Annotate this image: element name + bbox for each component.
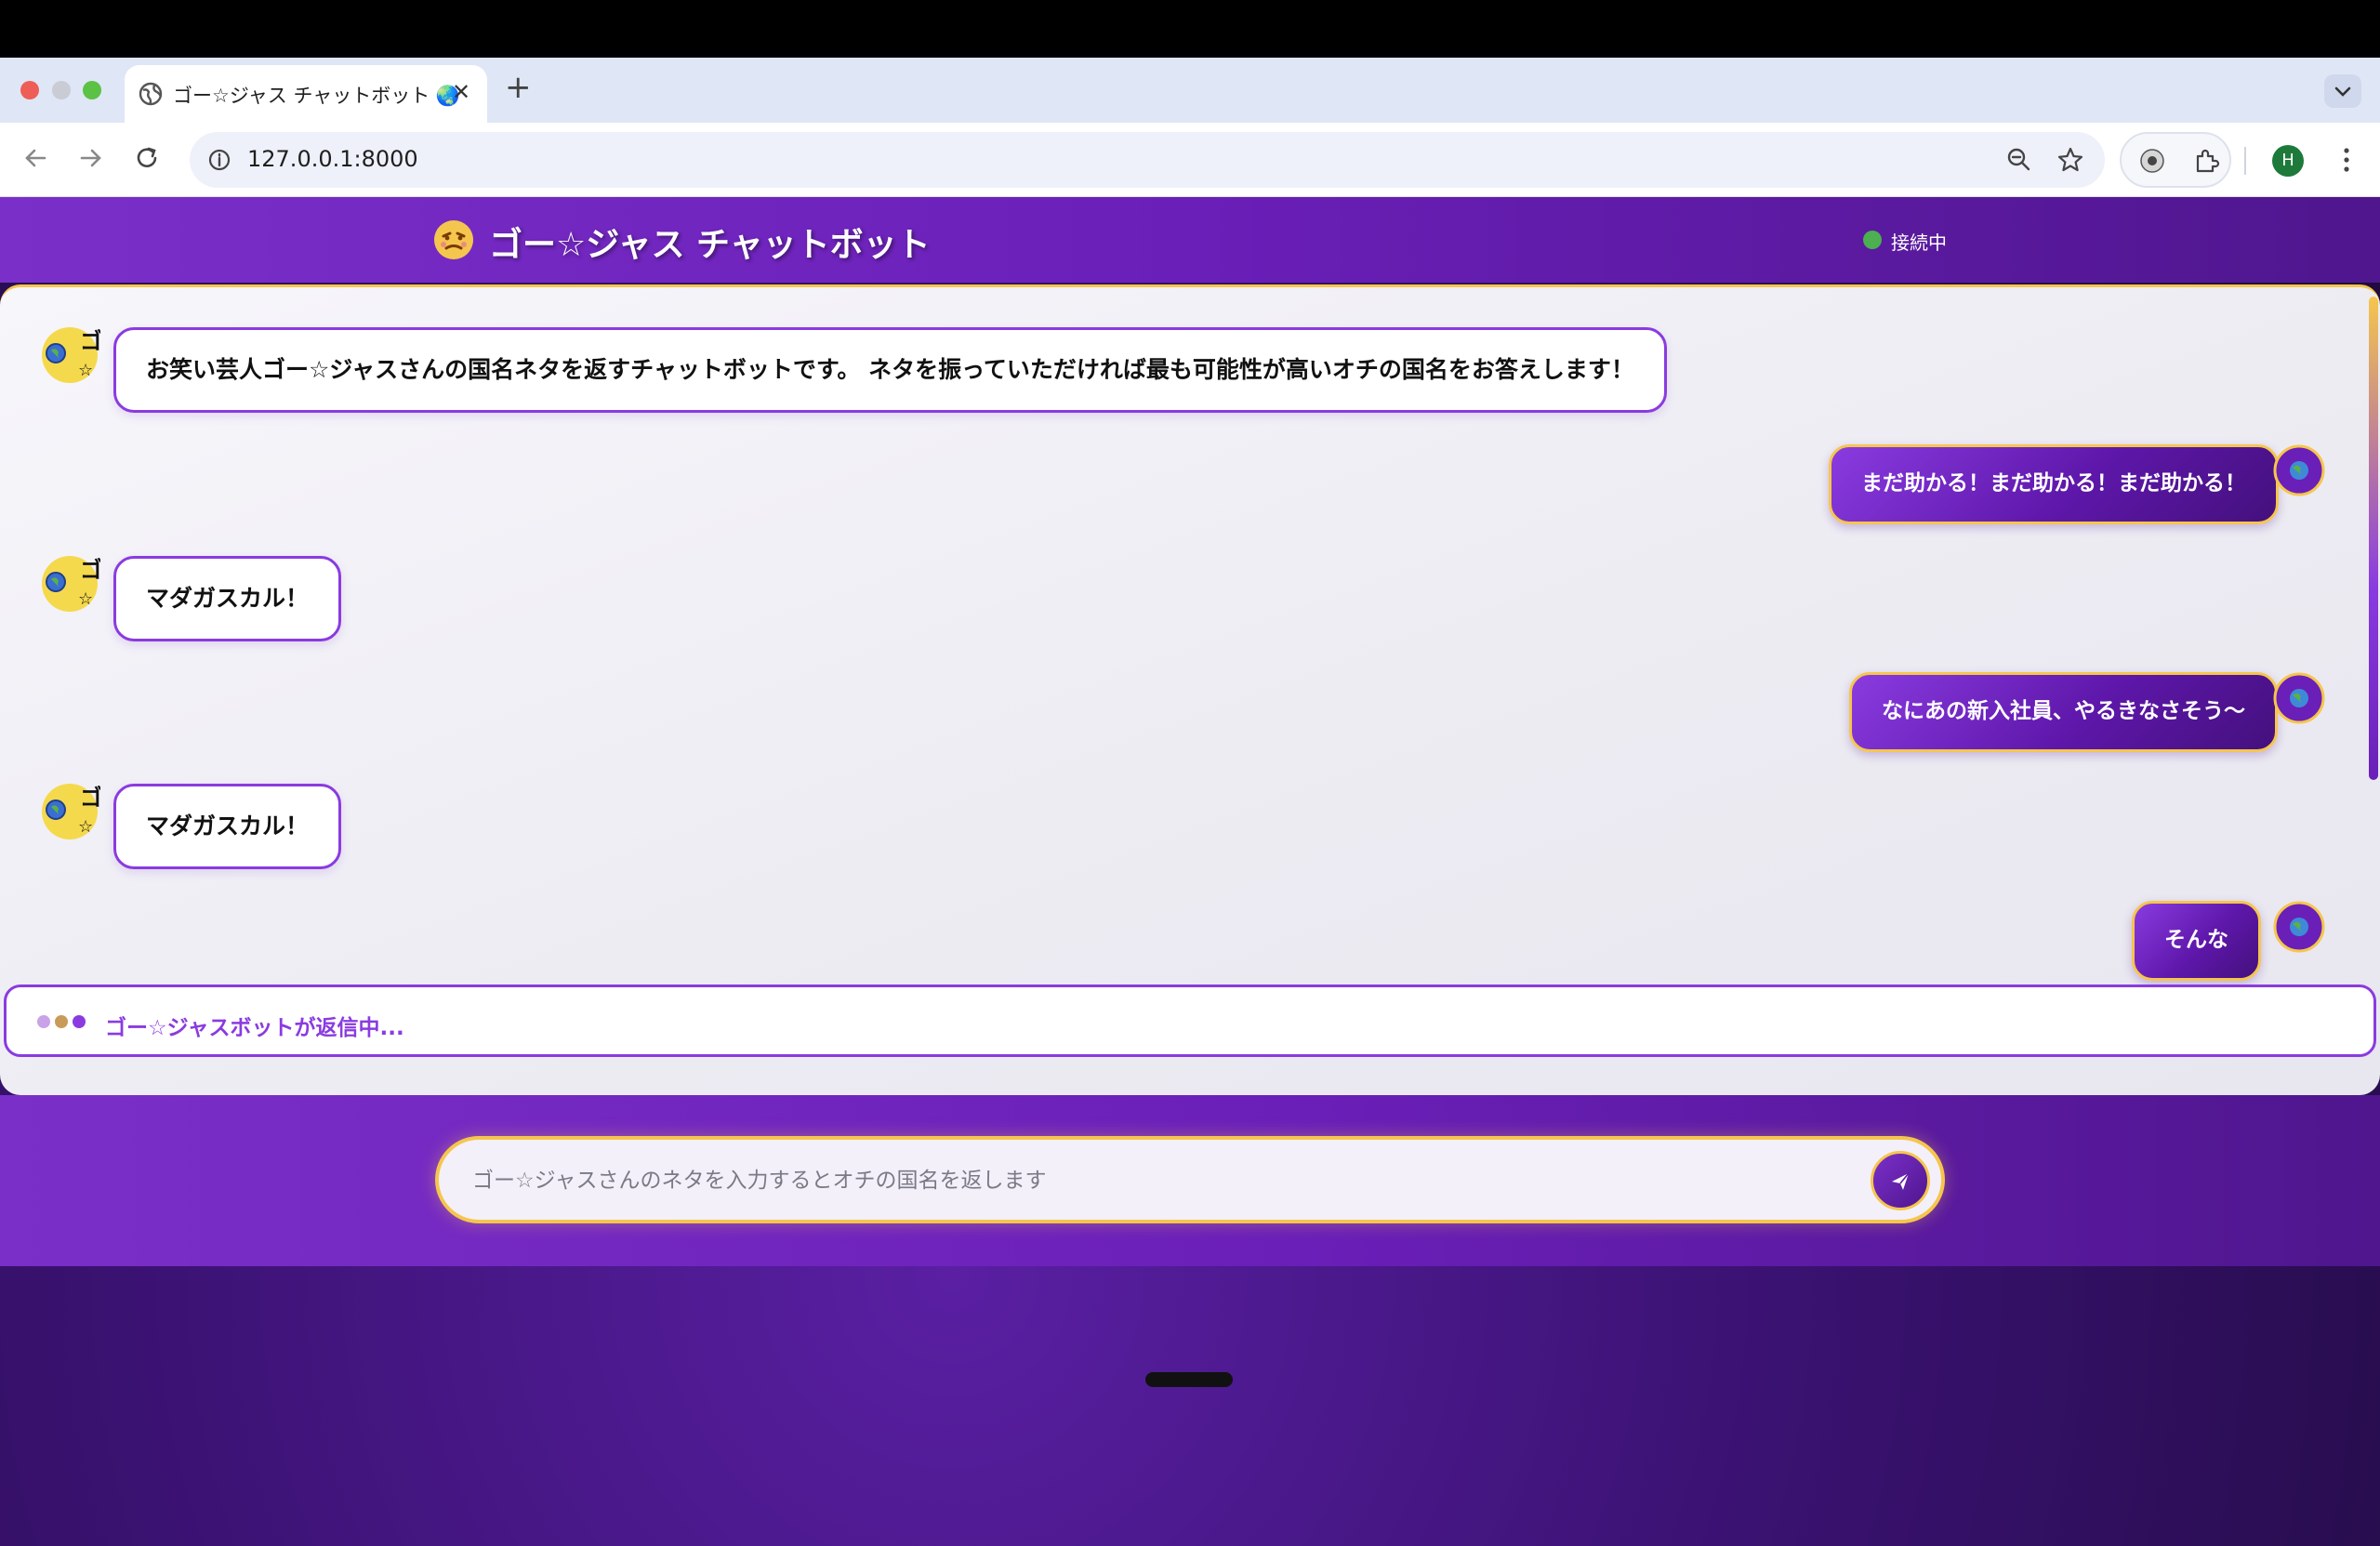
user-avatar — [2273, 672, 2325, 724]
info-icon[interactable] — [205, 145, 234, 175]
chevron-down-icon — [2334, 86, 2351, 97]
home-indicator — [1145, 1372, 1233, 1387]
extension-icon[interactable] — [2138, 147, 2166, 175]
kebab-menu-icon[interactable] — [2335, 143, 2358, 177]
typing-text: ゴー☆ジャスボットが返信中... — [105, 1016, 404, 1040]
zoom-icon[interactable] — [2003, 143, 2036, 177]
svg-text:☆: ☆ — [78, 817, 93, 837]
user-message-bubble: なにあの新入社員、やるきなさそう～ — [1849, 672, 2278, 752]
close-icon[interactable]: ✕ — [452, 79, 470, 105]
extensions-group — [2120, 132, 2231, 188]
window-close-button[interactable] — [20, 81, 39, 99]
app-header: ゴー☆ジャス チャットボット 接続中 — [0, 197, 2380, 283]
face-icon — [434, 220, 473, 259]
browser-tab-active[interactable]: ゴー☆ジャス チャットボット 🌏 ✕ — [125, 65, 487, 123]
plus-icon[interactable]: + — [505, 69, 532, 106]
bot-message-bubble: お笑い芸人ゴー☆ジャスさんの国名ネタを返すチャットボットです。 ネタを振っていた… — [113, 327, 1667, 413]
forward-arrow-icon[interactable] — [74, 141, 108, 175]
page-title: ゴー☆ジャス チャットボット — [489, 226, 931, 264]
tab-search-button[interactable] — [2324, 74, 2361, 108]
star-icon[interactable] — [2054, 143, 2087, 177]
message-input-bar — [0, 1095, 2380, 1266]
status-indicator — [1863, 231, 1882, 249]
send-button[interactable] — [1871, 1151, 1930, 1210]
message-input[interactable] — [472, 1156, 1848, 1205]
bot-message-bubble: マダガスカル！ — [113, 556, 342, 641]
svg-text:☆: ☆ — [78, 361, 93, 380]
reload-icon[interactable] — [130, 141, 164, 175]
profile-avatar[interactable]: H — [2272, 145, 2304, 177]
user-message-bubble: まだ助かる！まだ助かる！まだ助かる！ — [1829, 444, 2279, 524]
input-wrapper — [435, 1136, 1945, 1223]
svg-text:ゴ: ゴ — [80, 328, 100, 354]
address-bar[interactable]: 127.0.0.1:8000 — [190, 132, 2105, 188]
send-icon — [1892, 1172, 1910, 1190]
bot-message-bubble: マダガスカル！ — [113, 784, 342, 869]
scrollbar-thumb[interactable] — [2369, 297, 2378, 780]
chat-message-list[interactable]: ゴ ☆ お笑い芸人ゴー☆ジャスさんの国名ネタを返すチャットボットです。 ネタを振… — [0, 284, 2380, 1095]
svg-text:ゴ: ゴ — [80, 785, 100, 811]
user-avatar — [2273, 901, 2325, 953]
toolbar-separator — [2244, 147, 2246, 175]
tab-title: ゴー☆ジャス チャットボット 🌏 — [173, 85, 461, 107]
bot-avatar: ゴ ☆ — [42, 327, 100, 383]
typing-indicator: ゴー☆ジャスボットが返信中... — [4, 984, 2376, 1057]
globe-icon — [139, 82, 163, 106]
user-message-bubble: そんな — [2132, 901, 2261, 981]
status-text: 接続中 — [1891, 231, 1947, 254]
puzzle-icon[interactable] — [2190, 145, 2222, 177]
chat-app: ゴー☆ジャス チャットボット 接続中 ゴ ☆ お笑い芸人ゴー☆ジャスさんの国名ネ… — [0, 197, 2380, 1546]
user-avatar — [2273, 444, 2325, 496]
svg-text:☆: ☆ — [78, 589, 93, 609]
bot-avatar: ゴ ☆ — [42, 784, 100, 839]
window-zoom-button[interactable] — [83, 81, 101, 99]
bot-avatar: ゴ ☆ — [42, 556, 100, 612]
window-minimize-button[interactable] — [52, 81, 71, 99]
svg-text:ゴ: ゴ — [80, 557, 100, 583]
url-text[interactable]: 127.0.0.1:8000 — [247, 146, 418, 172]
back-arrow-icon[interactable] — [19, 141, 52, 175]
os-menu-bar — [0, 0, 2380, 58]
typing-dots-icon — [37, 1015, 86, 1028]
browser-toolbar: 127.0.0.1:8000 H — [0, 123, 2380, 197]
